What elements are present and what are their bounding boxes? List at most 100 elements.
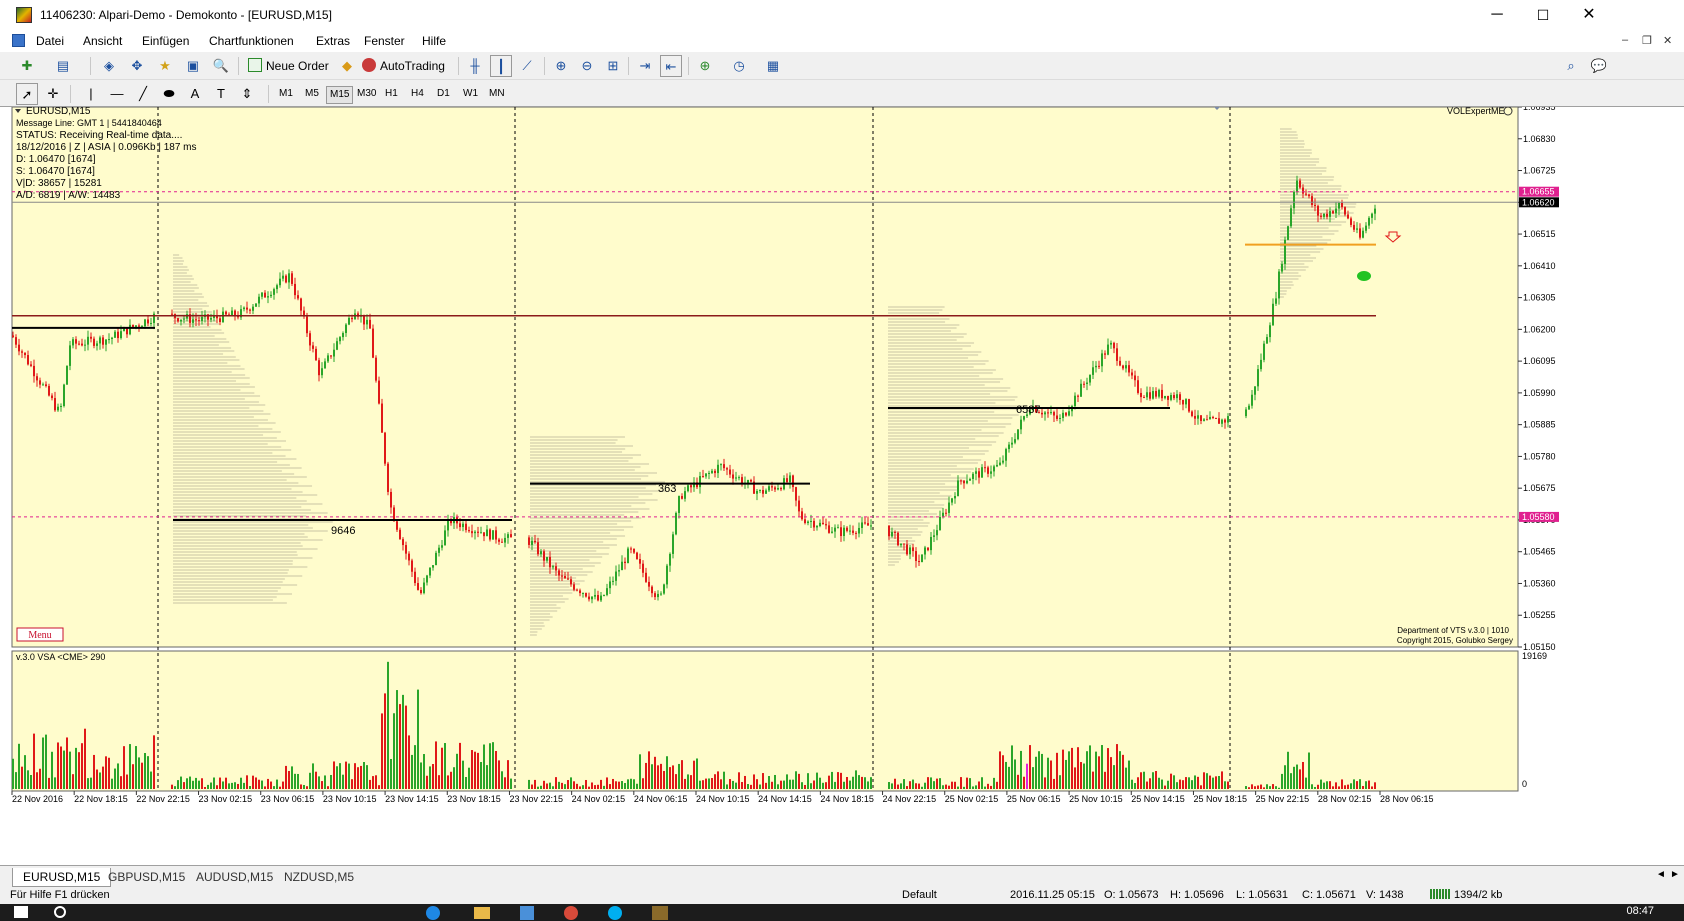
vertical-line-icon[interactable]: | — [80, 83, 102, 105]
main-chart-pane[interactable] — [11, 107, 1519, 648]
volume-bar — [735, 782, 737, 789]
tab-nzdusd-m5[interactable]: NZDUSD,M5 — [274, 868, 364, 886]
candle-body — [858, 527, 860, 534]
menu-extras[interactable]: Extras — [316, 34, 350, 48]
menu-fenster[interactable]: Fenster — [364, 34, 405, 48]
tile-windows-icon[interactable]: ⊞ — [602, 55, 624, 77]
bar-chart-icon[interactable]: ╫ — [464, 55, 486, 77]
close-button[interactable]: ✕ — [1566, 0, 1612, 30]
menu-einfuegen[interactable]: Einfügen — [142, 34, 189, 48]
zoom-out-icon[interactable]: ⊖ — [576, 55, 598, 77]
volume-bar — [108, 757, 110, 789]
candle-body — [474, 531, 476, 534]
text-label-icon[interactable]: T — [210, 83, 232, 105]
volume-bar — [459, 742, 461, 789]
volume-bar — [483, 744, 485, 789]
mdi-close-button[interactable]: ✕ — [1663, 34, 1672, 47]
timeframe-w1[interactable]: W1 — [460, 86, 481, 102]
volume-bar — [534, 779, 536, 789]
arrows-icon[interactable]: ⇕ — [236, 83, 258, 105]
edge-icon[interactable] — [426, 906, 440, 920]
timeframe-m30[interactable]: M30 — [354, 86, 379, 102]
candlestick-icon[interactable]: ┃ — [490, 55, 512, 77]
candle-body — [939, 517, 941, 531]
timeframe-m5[interactable]: M5 — [302, 86, 322, 102]
periods-icon[interactable]: ◷ — [728, 55, 750, 77]
tab-eurusd-m15[interactable]: EURUSD,M15 — [12, 868, 112, 887]
crosshair-icon[interactable]: ✛ — [42, 83, 64, 105]
channel-icon[interactable]: ⬬ — [158, 83, 180, 105]
terminal-icon[interactable]: ▣ — [182, 55, 204, 77]
menu-ansicht[interactable]: Ansicht — [83, 34, 122, 48]
candle-body — [1320, 215, 1322, 217]
timeframe-m15[interactable]: M15 — [326, 86, 354, 104]
chart-shift-icon[interactable]: ⇤ — [660, 55, 682, 77]
search-taskbar-icon[interactable] — [54, 906, 66, 918]
menu-datei[interactable]: Datei — [36, 34, 64, 48]
minimize-button[interactable]: ─ — [1474, 0, 1520, 30]
mdi-minimize-button[interactable]: – — [1622, 34, 1628, 46]
auto-trading-button[interactable]: AutoTrading — [360, 56, 445, 76]
chart-window[interactable]: 1.06935 1.06830 1.06725 1.06620 1.06515 1.064… — [0, 107, 1684, 865]
timeframe-m1[interactable]: M1 — [276, 86, 296, 102]
mdi-restore-button[interactable]: ❐ — [1642, 34, 1652, 47]
timeframe-mn[interactable]: MN — [486, 86, 508, 102]
menu-chartfunktionen[interactable]: Chartfunktionen — [209, 34, 294, 48]
volume-bar — [21, 766, 23, 789]
candle-body — [423, 582, 425, 594]
volume-bar — [1101, 745, 1103, 789]
templates-icon[interactable]: ▦ — [762, 55, 784, 77]
volume-bar — [243, 782, 245, 789]
candle-body — [1203, 419, 1205, 421]
cursor-icon[interactable]: ➚ — [16, 83, 38, 105]
time-tick-label: 23 Nov 22:15 — [509, 794, 563, 804]
candle-body — [828, 525, 830, 533]
explorer-icon[interactable] — [474, 907, 490, 919]
volume-bar — [690, 775, 692, 789]
chart-window-icon[interactable] — [12, 34, 25, 47]
candle-body — [327, 355, 329, 362]
text-icon[interactable]: A — [184, 83, 206, 105]
time-tick-label: 25 Nov 10:15 — [1069, 794, 1123, 804]
volume-bar — [78, 752, 80, 789]
timeframe-d1[interactable]: D1 — [434, 86, 453, 102]
market-watch-icon[interactable]: ◈ — [98, 55, 120, 77]
candle-body — [339, 337, 341, 342]
line-chart-icon[interactable]: ⟋ — [516, 55, 538, 77]
indicators-icon[interactable]: ⊕ — [694, 55, 716, 77]
tabs-scroll-left-icon[interactable]: ◄ — [1656, 869, 1666, 880]
new-chart-icon[interactable]: ✚ — [16, 55, 38, 77]
tab-gbpusd-m15[interactable]: GBPUSD,M15 — [98, 868, 195, 886]
strategy-tester-icon[interactable]: 🔍 — [210, 55, 232, 77]
skype-icon[interactable] — [608, 906, 622, 920]
trendline-icon[interactable]: ╱ — [132, 83, 154, 105]
tab-audusd-m15[interactable]: AUDUSD,M15 — [186, 868, 283, 886]
volume-bar — [1134, 783, 1136, 789]
menu-hilfe[interactable]: Hilfe — [422, 34, 446, 48]
timeframe-h4[interactable]: H4 — [408, 86, 427, 102]
maximize-button[interactable]: ☐ — [1520, 0, 1566, 30]
new-order-button[interactable]: Neue Order — [246, 56, 329, 76]
volume-bar — [891, 783, 893, 789]
candle-body — [1119, 360, 1121, 366]
volume-subwindow[interactable] — [11, 650, 1519, 792]
tabs-scroll-right-icon[interactable]: ► — [1670, 869, 1680, 880]
horizontal-line-icon[interactable]: — — [106, 83, 128, 105]
auto-scroll-icon[interactable]: ⇥ — [634, 55, 656, 77]
store-icon[interactable] — [520, 906, 534, 920]
chat-icon[interactable]: 💬 — [1588, 55, 1610, 77]
timeframe-h1[interactable]: H1 — [382, 86, 401, 102]
price-chart[interactable]: 1.06935 1.06830 1.06725 1.06620 1.06515 1.064… — [0, 107, 1684, 865]
metaeditor-icon[interactable]: ◆ — [336, 55, 358, 77]
navigator-icon[interactable]: ★ — [154, 55, 176, 77]
connection-status-icon[interactable] — [1430, 889, 1450, 899]
search-icon[interactable]: ⌕ — [1560, 55, 1582, 77]
data-window-icon[interactable]: ✥ — [126, 55, 148, 77]
candle-body — [690, 485, 692, 488]
metatrader-taskbar-icon[interactable] — [652, 906, 668, 920]
profiles-icon[interactable]: ▤ — [52, 55, 74, 77]
chrome-icon[interactable] — [564, 906, 578, 920]
volume-bar — [336, 766, 338, 789]
zoom-in-icon[interactable]: ⊕ — [550, 55, 572, 77]
windows-start-icon[interactable] — [14, 906, 28, 918]
